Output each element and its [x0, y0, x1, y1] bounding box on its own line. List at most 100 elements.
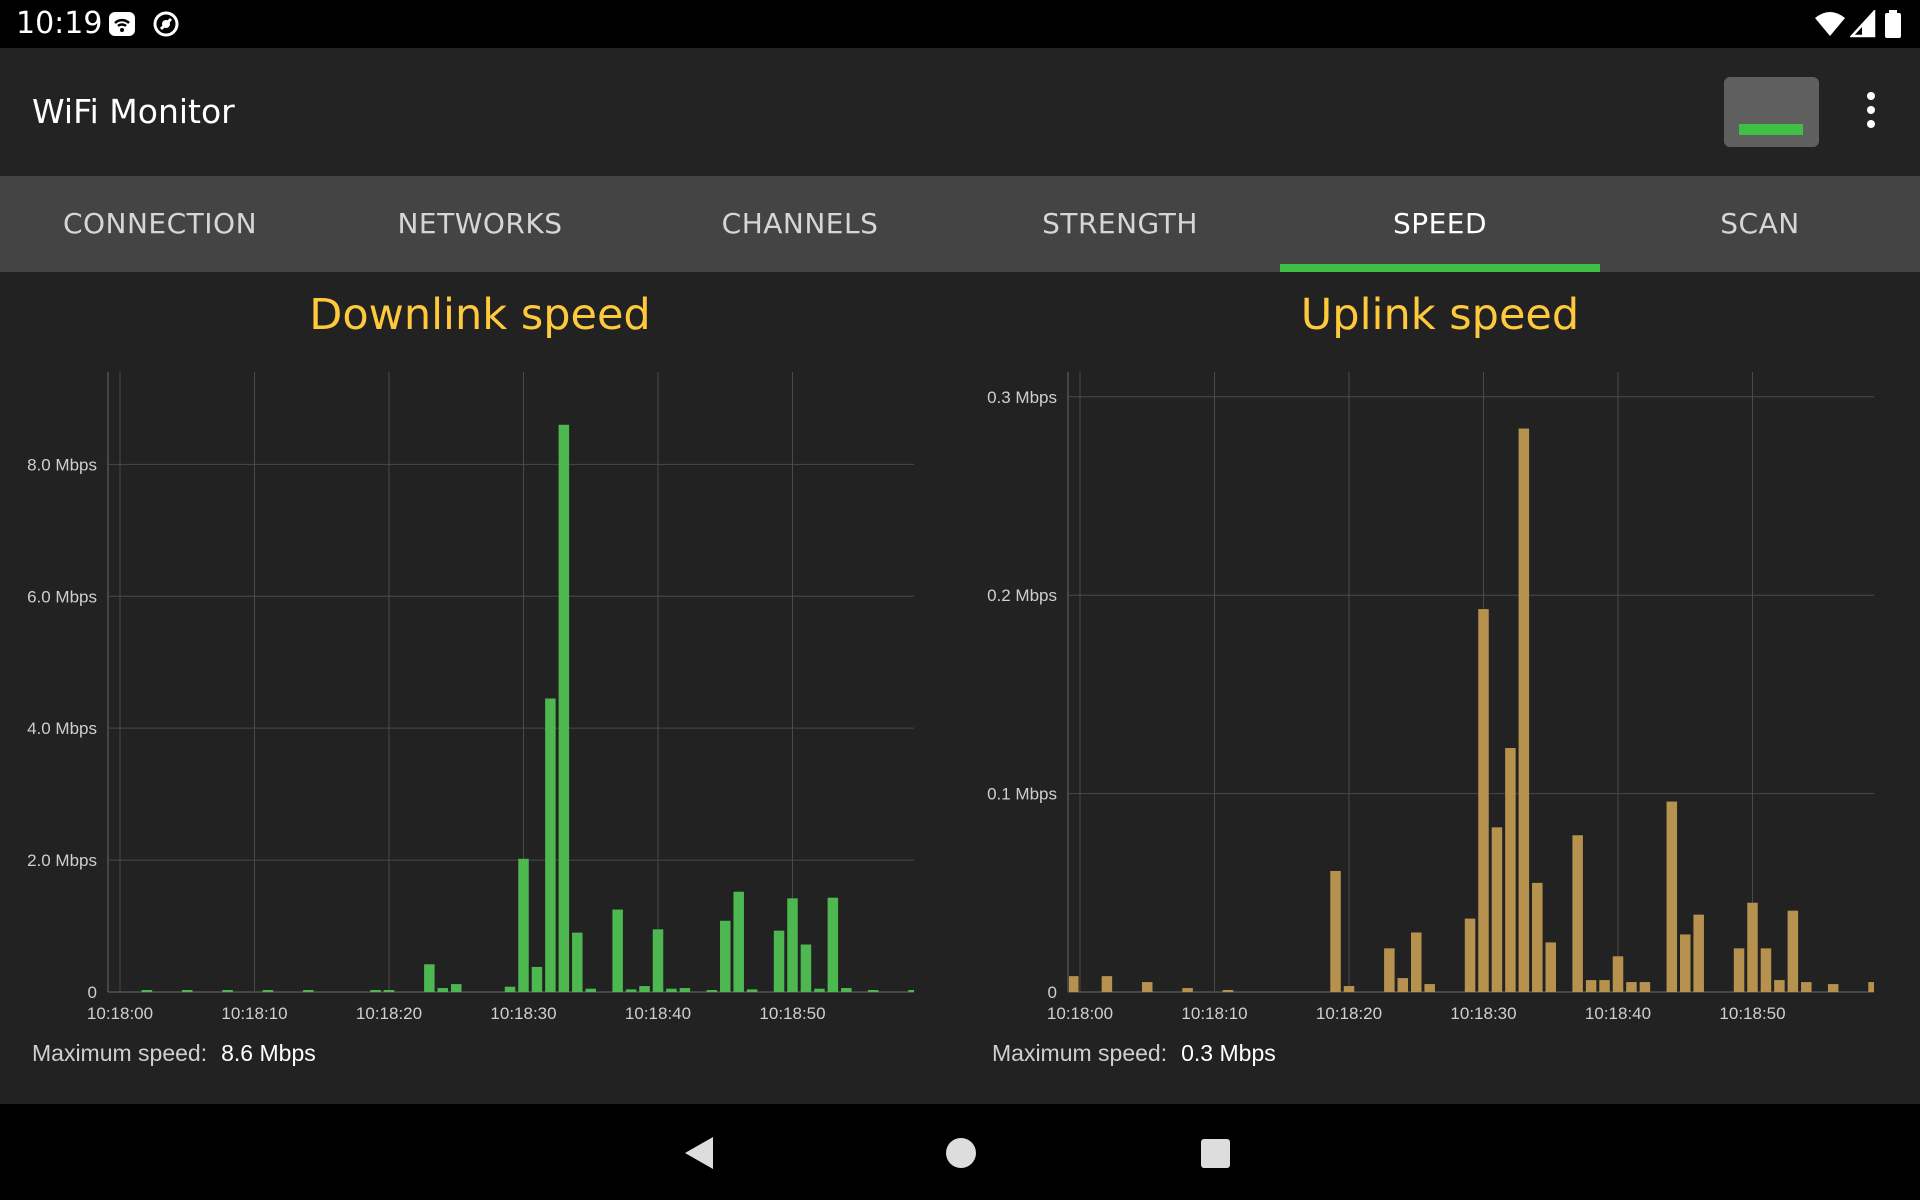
- uplink-bar: [1069, 976, 1079, 992]
- downlink-bar: [612, 909, 623, 992]
- uplink-bar: [1142, 982, 1153, 992]
- downlink-bar: [679, 988, 691, 992]
- downlink-bar: [262, 990, 274, 992]
- downlink-bar: [827, 897, 839, 992]
- uplink-bar: [1868, 982, 1874, 992]
- downlink-y-tick-label: 6.0 Mbps: [27, 587, 97, 606]
- uplink-bar: [1330, 870, 1341, 992]
- uplink-bar: [1693, 914, 1704, 992]
- downlink-bar: [437, 988, 449, 992]
- widget-button[interactable]: [1724, 77, 1819, 147]
- uplink-max-value: 0.3 Mbps: [1181, 1040, 1276, 1066]
- uplink-bar: [1612, 956, 1624, 992]
- uplink-title: Uplink speed: [1300, 290, 1580, 340]
- more-vert-icon[interactable]: [1856, 92, 1886, 136]
- tab-networks[interactable]: NETWORKS: [320, 176, 640, 272]
- downlink-x-tick-label: 10:18:00: [87, 1004, 153, 1023]
- uplink-bar: [1585, 980, 1597, 992]
- widget-icon: [1739, 124, 1803, 135]
- navigation-bar: [0, 1104, 1920, 1200]
- uplink-bar: [1505, 747, 1516, 992]
- tab-scan[interactable]: SCAN: [1600, 176, 1920, 272]
- tab-strength[interactable]: STRENGTH: [960, 176, 1280, 272]
- uplink-x-tick-label: 10:18:40: [1585, 1004, 1651, 1023]
- downlink-bar: [531, 966, 543, 992]
- uplink-bar: [1787, 910, 1799, 992]
- uplink-bar: [1639, 982, 1651, 992]
- uplink-bar: [1801, 982, 1812, 992]
- uplink-x-tick-label: 10:18:20: [1316, 1004, 1382, 1023]
- uplink-chart: 0 0.1 Mbps 0.2 Mbps 0.3 Mbps 10:18:00 10:18:1…: [987, 372, 1874, 1023]
- battery-icon: [1885, 10, 1901, 38]
- downlink-bar: [625, 989, 637, 992]
- downlink-bar: [222, 990, 233, 992]
- downlink-x-tick-label: 10:18:20: [356, 1004, 422, 1023]
- uplink-y-tick-label: 0.3 Mbps: [987, 388, 1057, 407]
- uplink-bar: [1599, 980, 1610, 992]
- downlink-bar: [558, 424, 570, 992]
- uplink-bar: [1222, 990, 1234, 992]
- no-tracking-icon: [153, 11, 179, 37]
- uplink-y-tick-label: 0.2 Mbps: [987, 586, 1057, 605]
- downlink-y-tick-label: 8.0 Mbps: [27, 455, 97, 474]
- downlink-bar: [733, 891, 744, 992]
- uplink-x-tick-label: 10:18:50: [1719, 1004, 1785, 1023]
- downlink-bar: [141, 990, 153, 992]
- downlink-bar: [841, 988, 852, 992]
- cell-signal-icon: [1850, 10, 1876, 38]
- downlink-bar: [451, 984, 462, 992]
- downlink-bar: [182, 990, 193, 992]
- downlink-x-tick-label: 10:18:40: [625, 1004, 691, 1023]
- downlink-bar: [746, 989, 758, 992]
- downlink-bar: [545, 698, 556, 992]
- downlink-max-speed: Maximum speed: 8.6 Mbps: [32, 1040, 316, 1067]
- downlink-bar: [800, 944, 812, 992]
- downlink-bar: [773, 930, 785, 992]
- uplink-bar: [1491, 827, 1503, 992]
- uplink-x-tick-label: 10:18:30: [1450, 1004, 1516, 1023]
- uplink-bar: [1464, 918, 1476, 992]
- uplink-bar: [1545, 942, 1556, 992]
- wifi-signal-icon: [1815, 12, 1845, 36]
- back-icon[interactable]: [685, 1137, 713, 1169]
- uplink-bar: [1774, 980, 1785, 992]
- downlink-bar: [639, 986, 650, 992]
- recents-icon[interactable]: [1201, 1139, 1230, 1168]
- downlink-max-value: 8.6 Mbps: [221, 1040, 316, 1066]
- downlink-bar: [572, 932, 583, 992]
- downlink-bar: [867, 990, 879, 992]
- downlink-bar: [424, 964, 435, 992]
- downlink-x-tick-label: 10:18:30: [490, 1004, 556, 1023]
- downlink-bar: [303, 990, 314, 992]
- downlink-bar: [504, 986, 516, 992]
- status-time: 10:19: [16, 6, 103, 41]
- tab-channels[interactable]: CHANNELS: [640, 176, 960, 272]
- uplink-bar: [1827, 984, 1839, 992]
- downlink-bar: [720, 920, 731, 992]
- downlink-x-tick-label: 10:18:50: [759, 1004, 825, 1023]
- uplink-max-speed: Maximum speed: 0.3 Mbps: [992, 1040, 1276, 1067]
- uplink-bar: [1760, 948, 1772, 992]
- tab-speed[interactable]: SPEED: [1280, 176, 1600, 272]
- tab-bar: CONNECTION NETWORKS CHANNELS STRENGTH SP…: [0, 176, 1920, 272]
- uplink-bar: [1411, 932, 1422, 992]
- downlink-chart: 0 2.0 Mbps 4.0 Mbps 6.0 Mbps 8.0 Mbps 10:18:0…: [27, 372, 914, 1023]
- tab-connection[interactable]: CONNECTION: [0, 176, 320, 272]
- status-bar: 10:19: [0, 0, 1920, 48]
- uplink-bar: [1518, 428, 1530, 992]
- downlink-bar: [787, 898, 798, 992]
- downlink-x-tick-label: 10:18:10: [221, 1004, 287, 1023]
- tab-indicator: [1280, 264, 1600, 272]
- uplink-x-tick-label: 10:18:00: [1047, 1004, 1113, 1023]
- uplink-bar: [1680, 934, 1691, 992]
- uplink-bar: [1397, 978, 1409, 992]
- uplink-bar: [1747, 902, 1758, 992]
- downlink-y-tick-label: 4.0 Mbps: [27, 719, 97, 738]
- downlink-y-tick-label: 2.0 Mbps: [27, 851, 97, 870]
- uplink-bar: [1572, 835, 1583, 992]
- downlink-y-tick-label: 0: [88, 983, 97, 1002]
- uplink-bar: [1182, 988, 1193, 992]
- home-icon[interactable]: [946, 1138, 976, 1168]
- downlink-bar: [585, 988, 596, 992]
- uplink-bar: [1666, 801, 1678, 992]
